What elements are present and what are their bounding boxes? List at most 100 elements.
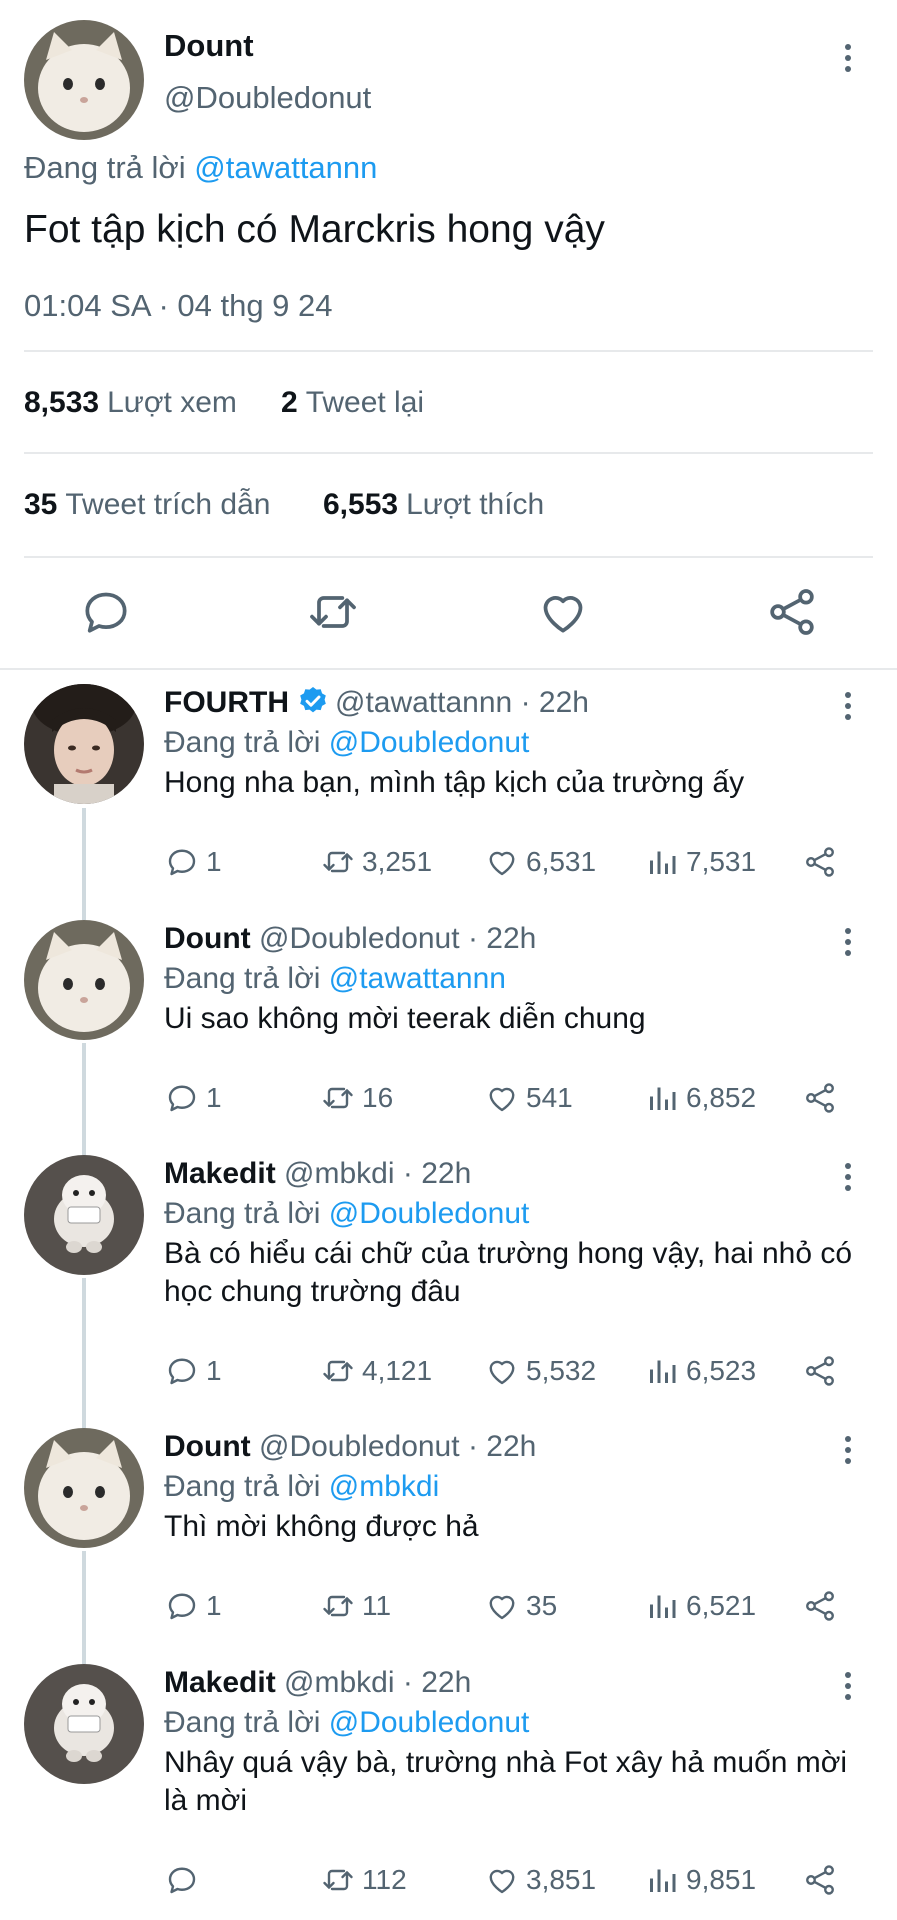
views-action[interactable]: 6,852 [644, 1078, 756, 1118]
retweet-action[interactable]: 4,121 [320, 1351, 432, 1391]
author-handle[interactable]: @tawattannn [335, 686, 512, 719]
like-count: 3,851 [526, 1864, 597, 1895]
view-count: 6,523 [686, 1355, 757, 1386]
views-icon [650, 1869, 676, 1892]
like-action[interactable]: 3,851 [484, 1860, 596, 1900]
avatar[interactable] [24, 1664, 144, 1784]
share-action[interactable] [802, 1078, 838, 1118]
reply-tweet[interactable]: Makedit @mbkdi · 22h Đang trả lời @Doubl… [0, 1654, 897, 1920]
replying-prefix: Đang trả lời [164, 1706, 321, 1739]
reply-header: Dount @Doubledonut · 22h [164, 920, 536, 958]
divider [24, 452, 873, 454]
views-action[interactable]: 9,851 [644, 1860, 756, 1900]
share-icon[interactable] [764, 584, 820, 640]
retweet-icon [323, 1360, 353, 1382]
retweet-icon [323, 1087, 353, 1109]
share-action[interactable] [802, 1586, 838, 1626]
views-action[interactable]: 7,531 [644, 842, 756, 882]
author-handle[interactable]: @mbkdi [284, 1157, 394, 1190]
reply-count: 1 [206, 1082, 222, 1113]
views-stat[interactable]: 8,533 Lượt xem [24, 386, 237, 420]
retweets-stat[interactable]: 2 Tweet lại [281, 386, 424, 420]
author-handle[interactable]: @Doubledonut [259, 922, 460, 955]
retweet-action[interactable]: 11 [320, 1586, 391, 1626]
more-options-icon[interactable] [836, 1157, 860, 1197]
replying-to-link[interactable]: @Doubledonut [329, 1706, 530, 1739]
likes-count: 6,553 [323, 488, 399, 521]
reply-header: Makedit @mbkdi · 22h [164, 1664, 471, 1702]
retweet-action[interactable]: 112 [320, 1860, 407, 1900]
reply-time: · 22h [402, 1157, 472, 1190]
reply-action[interactable]: 1 [164, 1351, 222, 1391]
action-bar: 1 16 541 6,852 [164, 1078, 864, 1118]
likes-stat[interactable]: 6,553 Lượt thích [323, 488, 544, 522]
more-options-icon[interactable] [836, 38, 860, 78]
avatar[interactable] [24, 1428, 144, 1548]
quotes-stat[interactable]: 35 Tweet trích dẫn [24, 488, 270, 522]
avatar[interactable] [24, 1155, 144, 1275]
share-action[interactable] [802, 842, 838, 882]
more-options-icon[interactable] [836, 922, 860, 962]
author-name[interactable]: FOURTH [164, 686, 289, 719]
share-action[interactable] [802, 1351, 838, 1391]
tweet-timestamp[interactable]: 01:04 SA · 04 thg 9 24 [24, 288, 333, 324]
reply-tweet[interactable]: Dount @Doubledonut · 22h Đang trả lời @m… [0, 1418, 897, 1648]
view-count: 6,852 [686, 1082, 757, 1113]
reply-tweet[interactable]: Dount @Doubledonut · 22h Đang trả lời @t… [0, 910, 897, 1140]
replying-to-link[interactable]: @tawattannn [329, 962, 506, 995]
reply-text: Nhây quá vậy bà, trường nhà Fot xây hả m… [164, 1746, 848, 1817]
avatar[interactable] [24, 684, 144, 804]
replying-to-line: Đang trả lời @Doubledonut [164, 1704, 529, 1742]
like-icon [489, 1869, 515, 1894]
reply-tweet[interactable]: Makedit @mbkdi · 22h Đang trả lời @Doubl… [0, 1145, 897, 1415]
action-bar: 1 3,251 6,531 7,531 [164, 842, 864, 882]
like-icon [489, 1360, 515, 1385]
reply-time: · 22h [402, 1666, 472, 1699]
avatar[interactable] [24, 20, 144, 140]
more-options-icon[interactable] [836, 686, 860, 726]
reply-icon [168, 1358, 196, 1385]
reply-icon[interactable] [78, 584, 134, 640]
more-options-icon[interactable] [836, 1430, 860, 1470]
replying-to-line: Đang trả lời @Doubledonut [164, 724, 529, 762]
author-name[interactable]: Dount [164, 28, 254, 64]
retweet-action[interactable]: 16 [320, 1078, 393, 1118]
author-name[interactable]: Dount [164, 1430, 251, 1463]
reply-tweet[interactable]: FOURTH @tawattannn · 22h Đang trả lời @Do… [0, 674, 897, 904]
like-action[interactable]: 35 [484, 1586, 557, 1626]
author-handle[interactable]: @mbkdi [284, 1666, 394, 1699]
replying-to-link[interactable]: @Doubledonut [329, 726, 530, 759]
retweet-action[interactable]: 3,251 [320, 842, 432, 882]
like-action[interactable]: 6,531 [484, 842, 596, 882]
retweet-icon[interactable] [305, 584, 361, 640]
replying-to-link[interactable]: @tawattannn [194, 150, 377, 185]
reply-time: · 22h [467, 922, 537, 955]
reply-action[interactable] [164, 1860, 206, 1900]
share-action[interactable] [802, 1860, 838, 1900]
reply-icon [168, 1867, 196, 1894]
views-action[interactable]: 6,521 [644, 1586, 756, 1626]
reply-action[interactable]: 1 [164, 1586, 222, 1626]
author-name[interactable]: Makedit [164, 1666, 276, 1699]
more-options-icon[interactable] [836, 1666, 860, 1706]
views-icon [650, 851, 676, 874]
avatar[interactable] [24, 920, 144, 1040]
replying-to-link[interactable]: @mbkdi [329, 1470, 439, 1503]
reply-header: Makedit @mbkdi · 22h [164, 1155, 471, 1193]
like-action[interactable]: 5,532 [484, 1351, 596, 1391]
view-count: 9,851 [686, 1864, 757, 1895]
author-handle[interactable]: @Doubledonut [259, 1430, 460, 1463]
author-name[interactable]: Makedit [164, 1157, 276, 1190]
like-icon[interactable] [535, 584, 591, 640]
reply-action[interactable]: 1 [164, 842, 222, 882]
author-name[interactable]: Dount [164, 922, 251, 955]
author-handle[interactable]: @Doubledonut [164, 80, 371, 116]
views-action[interactable]: 6,523 [644, 1351, 756, 1391]
retweet-count: 11 [362, 1590, 392, 1621]
like-action[interactable]: 541 [484, 1078, 573, 1118]
like-icon [489, 1595, 515, 1620]
reply-header: Dount @Doubledonut · 22h [164, 1428, 536, 1466]
reply-action[interactable]: 1 [164, 1078, 222, 1118]
reply-count: 1 [206, 1355, 222, 1386]
replying-to-link[interactable]: @Doubledonut [329, 1197, 530, 1230]
